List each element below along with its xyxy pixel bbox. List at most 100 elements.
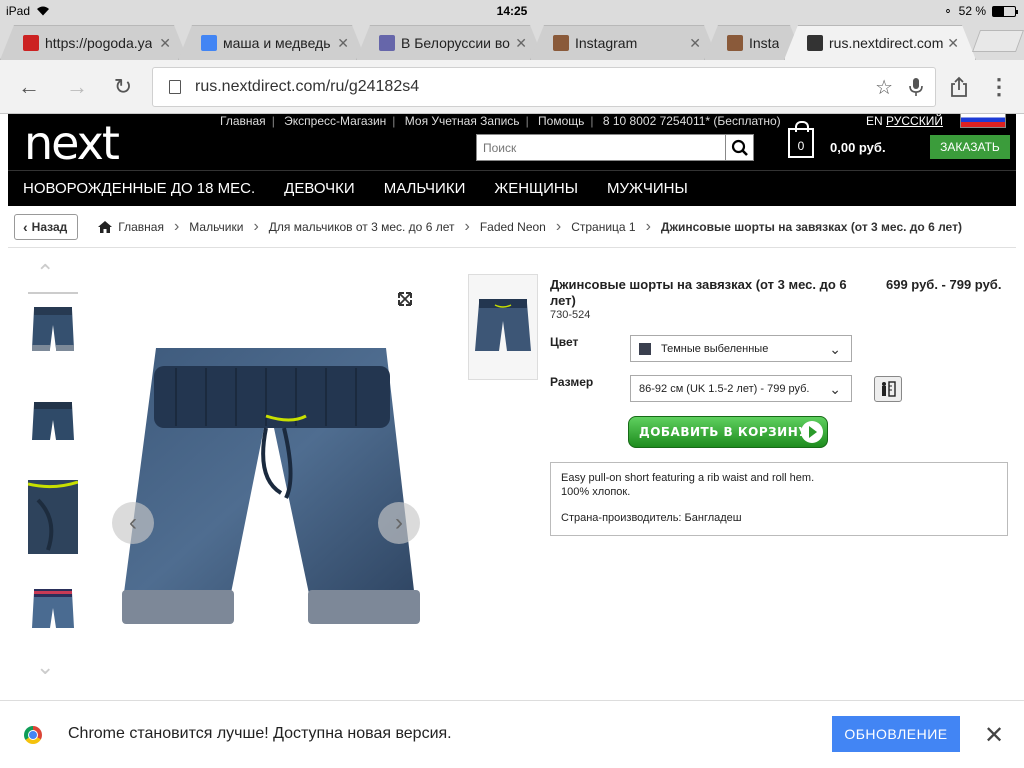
nav-women[interactable]: ЖЕНЩИНЫ bbox=[494, 180, 578, 197]
product-thumbnail-4[interactable] bbox=[28, 574, 78, 648]
toplink-home[interactable]: Главная bbox=[214, 114, 272, 128]
color-swatch bbox=[639, 342, 651, 355]
toplink-account[interactable]: Моя Учетная Запись bbox=[399, 114, 526, 128]
nav-girls[interactable]: ДЕВОЧКИ bbox=[284, 180, 355, 197]
tab-close-icon[interactable]: ✕ bbox=[337, 35, 349, 52]
nav-boys[interactable]: МАЛЬЧИКИ bbox=[384, 180, 466, 197]
url-text[interactable]: rus.nextdirect.com/ru/g24182s4 bbox=[195, 78, 875, 96]
nav-newborn[interactable]: НОВОРОЖДЕННЫЕ ДО 18 МЕС. bbox=[23, 180, 255, 197]
color-select[interactable]: Темные выбеленные ⌄ bbox=[630, 335, 852, 362]
battery-icon bbox=[992, 5, 1018, 17]
product-main-image[interactable] bbox=[116, 278, 426, 648]
search-input[interactable] bbox=[477, 135, 725, 160]
forward-arrow-icon[interactable]: → bbox=[64, 74, 90, 100]
ios-status-bar: iPad 14:25 ⚬ 52 % bbox=[0, 0, 1024, 22]
tab-favicon-icon bbox=[727, 35, 743, 51]
desc-line: Easy pull-on short featuring a rib waist… bbox=[561, 472, 815, 484]
size-guide-icon[interactable] bbox=[874, 376, 902, 402]
breadcrumb-boys[interactable]: Мальчики bbox=[183, 220, 249, 234]
tab-nextdirect[interactable]: rus.nextdirect.com ✕ bbox=[784, 25, 976, 60]
prev-image-button[interactable]: ‹ bbox=[112, 502, 154, 544]
add-to-cart-label: ДОБАВИТЬ В КОРЗИНУ bbox=[639, 425, 809, 439]
breadcrumb-current: Джинсовые шорты на завязках (от 3 мес. д… bbox=[660, 219, 962, 234]
language-switch[interactable]: EN РУССКИЙ bbox=[866, 114, 943, 128]
new-tab-button[interactable] bbox=[971, 30, 1024, 52]
size-label: Размер bbox=[550, 375, 594, 389]
product-code: 730-524 bbox=[550, 309, 591, 321]
toplink-express[interactable]: Экспресс-Магазин bbox=[278, 114, 392, 128]
nav-men[interactable]: МУЖЧИНЫ bbox=[607, 180, 688, 197]
tab-close-icon[interactable]: ✕ bbox=[689, 35, 701, 52]
tab-strip: https://pogoda.ya ✕ маша и медведь ✕ В Б… bbox=[0, 22, 1024, 60]
browser-toolbar: ← → ↻ rus.nextdirect.com/ru/g24182s4 ☆ ⋮ bbox=[0, 60, 1024, 114]
tab-masha[interactable]: маша и медведь ✕ bbox=[178, 25, 366, 60]
back-arrow-icon[interactable]: ← bbox=[16, 74, 42, 100]
top-links: Главная | Экспресс-Магазин | Моя Учетная З… bbox=[214, 114, 787, 128]
product-thumbnail-3[interactable] bbox=[28, 480, 78, 554]
reload-icon[interactable]: ↻ bbox=[110, 74, 136, 100]
bookmark-star-icon[interactable]: ☆ bbox=[875, 75, 893, 100]
chevron-right-icon: › bbox=[645, 217, 651, 235]
product-thumbnail-1[interactable] bbox=[28, 292, 78, 366]
product-selected-thumbnail bbox=[468, 274, 538, 380]
breadcrumb-home[interactable]: Главная bbox=[118, 220, 170, 234]
search-icon bbox=[731, 139, 748, 156]
checkout-button[interactable]: ЗАКАЗАТЬ bbox=[930, 135, 1010, 159]
home-icon bbox=[98, 220, 113, 233]
tab-close-icon[interactable]: ✕ bbox=[947, 35, 959, 52]
add-to-cart-button[interactable]: ДОБАВИТЬ В КОРЗИНУ bbox=[628, 416, 828, 448]
color-value: Темные выбеленные bbox=[661, 342, 769, 355]
size-select[interactable]: 86-92 см (UK 1.5-2 лет) - 799 руб. ⌄ bbox=[630, 375, 852, 402]
breadcrumb-boys-age[interactable]: Для мальчиков от 3 мес. до 6 лет bbox=[263, 220, 461, 234]
battery-percent: 52 % bbox=[958, 4, 986, 18]
page-icon bbox=[169, 80, 181, 94]
tab-close-icon[interactable]: ✕ bbox=[159, 35, 171, 52]
product-thumbnail-2[interactable] bbox=[28, 386, 78, 460]
breadcrumb: ‹ Назад Главная › Мальчики › Для мальчико… bbox=[8, 206, 1016, 248]
expand-icon[interactable] bbox=[398, 292, 412, 306]
desc-line: 100% хлопок. bbox=[561, 486, 631, 498]
chevron-down-icon: ⌄ bbox=[829, 381, 841, 397]
tab-favicon-icon bbox=[553, 35, 569, 51]
tab-title: В Белоруссии во bbox=[401, 35, 510, 51]
lang-ru[interactable]: РУССКИЙ bbox=[886, 114, 943, 128]
tab-title: Insta bbox=[749, 35, 780, 51]
tab-close-icon[interactable]: ✕ bbox=[515, 35, 527, 52]
share-icon[interactable] bbox=[946, 76, 972, 98]
tab-title: Instagram bbox=[575, 35, 638, 51]
next-logo[interactable]: next bbox=[24, 116, 120, 170]
microphone-icon[interactable] bbox=[909, 77, 923, 97]
thumbs-up-arrow-icon[interactable]: ⌃ bbox=[36, 260, 54, 286]
orientation-lock-icon: ⚬ bbox=[943, 5, 953, 18]
tab-title: маша и медведь bbox=[223, 35, 331, 51]
thumbs-down-arrow-icon[interactable]: ⌄ bbox=[36, 654, 54, 680]
close-icon[interactable]: ✕ bbox=[984, 721, 1004, 750]
chevron-right-icon: › bbox=[395, 509, 403, 536]
next-image-button[interactable]: › bbox=[378, 502, 420, 544]
menu-kebab-icon[interactable]: ⋮ bbox=[986, 74, 1012, 100]
update-button[interactable]: ОБНОВЛЕНИЕ bbox=[832, 716, 960, 752]
tab-title: rus.nextdirect.com bbox=[829, 35, 944, 51]
chevron-left-icon: ‹ bbox=[23, 218, 28, 235]
chevron-down-icon: ⌄ bbox=[829, 341, 841, 357]
chevron-right-icon: › bbox=[173, 217, 180, 235]
infobar-message: Chrome становится лучше! Доступна новая … bbox=[68, 725, 452, 742]
back-button[interactable]: ‹ Назад bbox=[14, 213, 79, 240]
omnibox[interactable]: rus.nextdirect.com/ru/g24182s4 ☆ bbox=[152, 67, 936, 107]
search-button[interactable] bbox=[725, 135, 753, 160]
breadcrumb-faded-neon[interactable]: Faded Neon bbox=[474, 220, 552, 234]
site-search bbox=[476, 134, 754, 161]
tab-belarus[interactable]: В Белоруссии во ✕ bbox=[356, 25, 544, 60]
tab-instagram[interactable]: Instagram ✕ bbox=[530, 25, 718, 60]
product-description: Easy pull-on short featuring a rib waist… bbox=[550, 462, 1008, 536]
country-flag-icon[interactable] bbox=[960, 114, 1006, 128]
chevron-right-icon: › bbox=[253, 217, 259, 235]
toplink-help[interactable]: Помощь bbox=[532, 114, 590, 128]
lang-en[interactable]: EN bbox=[866, 114, 883, 128]
shopping-bag-icon[interactable]: 0 bbox=[788, 121, 814, 158]
toplink-phone: 8 10 8002 7254011* (Бесплатно) bbox=[602, 114, 781, 128]
tab-pogoda[interactable]: https://pogoda.ya ✕ bbox=[0, 25, 188, 60]
product-title: Джинсовые шорты на завязках (от 3 мес. д… bbox=[550, 277, 847, 308]
breadcrumb-page[interactable]: Страница 1 bbox=[565, 220, 641, 234]
chrome-update-infobar: Chrome становится лучше! Доступна новая … bbox=[0, 700, 1024, 768]
